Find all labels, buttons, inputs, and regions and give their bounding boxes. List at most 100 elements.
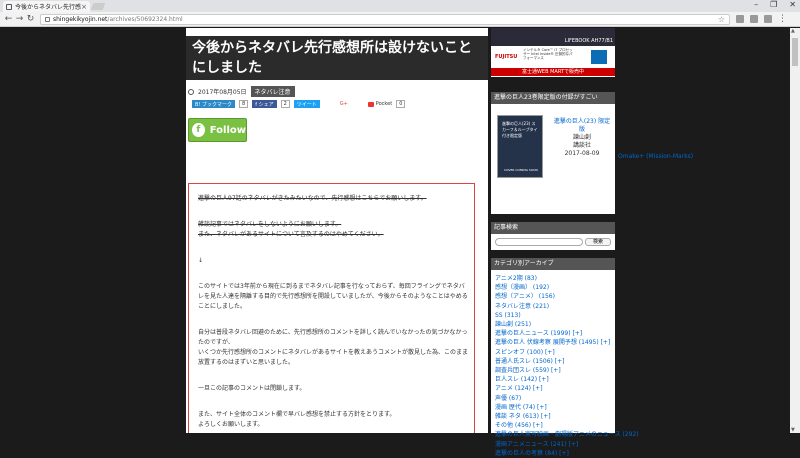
tab-title: 今後からネタバレ先行感想 bbox=[15, 4, 82, 11]
article-paragraph: いくつか先行感想所のコメントにネタバレがあるサイトを教えあうコメントが散見した為… bbox=[198, 349, 469, 366]
page-content: 今後からネタバレ先行感想所は設けないことにしました 2017年08月05日 ネタ… bbox=[0, 28, 800, 457]
forward-arrow-icon[interactable]: → bbox=[14, 14, 25, 24]
category-link[interactable]: 進撃の巨人ニュース (1999) [+] bbox=[495, 329, 615, 338]
category-link[interactable]: ネタバレ注意 (221) bbox=[495, 302, 615, 311]
page-favicon-icon bbox=[6, 3, 12, 10]
category-link[interactable]: 声優 (67) bbox=[495, 394, 615, 403]
category-link[interactable]: 雑談 ネタ (613) [+] bbox=[495, 412, 615, 421]
category-section: アニメ2期 (83) 感想（漫画） (192) 感想（アニメ） (156) ネタバレ注… bbox=[491, 270, 639, 457]
category-link[interactable]: 進撃の巨人 伏線考察 展開予想 (1495) [+] bbox=[495, 338, 615, 347]
intel-logo-icon bbox=[591, 50, 607, 64]
url-path: /archives/50692324.html bbox=[107, 15, 183, 23]
article-line: また、ネタバレがあるサイトについて言及するのはやめてください。 bbox=[198, 231, 384, 238]
clock-icon bbox=[188, 88, 194, 95]
scrollbar-thumb[interactable] bbox=[792, 38, 798, 66]
site-search: 検索 bbox=[495, 238, 611, 246]
ad-spec: インテル® Core™ i7 プロセッサー Intel Inside® 圧倒的な… bbox=[523, 48, 573, 60]
pocket-icon bbox=[367, 101, 374, 107]
category-link[interactable]: 進撃の巨人の考察 (84) [+] bbox=[495, 449, 615, 458]
category-link[interactable]: 漫画アニメニュース (241) [+] bbox=[495, 440, 615, 449]
cover-coming-soon: COVER COMING SOON bbox=[504, 168, 538, 172]
article-body: 進撃の巨人97話のネタバレがきたみたいなので、先行感想はこちらでお願いします。 … bbox=[188, 183, 475, 433]
book-cover[interactable]: 進撃の巨人(23) スカーフ＆ループタイ付き限定版 COVER COMING S… bbox=[497, 115, 543, 178]
category-link[interactable]: 漫画 歴代 (74) [+] bbox=[495, 403, 615, 412]
facebook-share-button[interactable]: f シェア bbox=[252, 100, 277, 108]
extension-icon[interactable] bbox=[736, 15, 744, 23]
bookmark-star-icon[interactable]: ☆ bbox=[718, 15, 725, 24]
category-link[interactable]: 普通人氏スレ (1506) [+] bbox=[495, 357, 615, 366]
category-link[interactable]: アニメ (124) [+] bbox=[495, 384, 615, 393]
article-paragraph: よろしくお願いします。 bbox=[198, 421, 264, 428]
reload-icon[interactable]: ↻ bbox=[25, 14, 36, 24]
article-paragraph: 自分は普段ネタバレ回避のために、先行感想所のコメントを詳しく読んでいなかったの気… bbox=[198, 329, 468, 346]
search-button[interactable]: 検索 bbox=[585, 238, 611, 246]
article-title: 今後からネタバレ先行感想所は設けないことにしました bbox=[186, 36, 488, 80]
sidebar-ad[interactable]: LIFEBOOK AH77/B1 FUJITSU インテル® Core™ i7 … bbox=[491, 28, 615, 77]
article-paragraph: 一旦この記事のコメントは閉鎖します。 bbox=[198, 385, 306, 392]
article-paragraph: また、サイト全体のコメント欄で早バレ感想を禁止する方針をとります。 bbox=[198, 411, 396, 418]
share-buttons: B! ブックマーク 8 f シェア 2 ツイート G+ Pocket 0 bbox=[192, 100, 406, 108]
hatena-bookmark-button[interactable]: B! ブックマーク bbox=[192, 100, 236, 108]
category-link[interactable]: 諫山創 (251) bbox=[495, 320, 615, 329]
article-line: 雑談記事ではネタバレをしないようにお願いします。 bbox=[198, 221, 342, 228]
new-tab-button[interactable] bbox=[90, 3, 106, 10]
article-paragraph: このサイトでは3年前から現在に到るまでネタバレ記事を行なっておらず、毎回フライン… bbox=[198, 283, 468, 310]
pocket-count: 0 bbox=[396, 100, 406, 108]
ad-cta: 富士通WEB MARTで販売中 bbox=[491, 68, 615, 76]
article-line: ↓ bbox=[198, 257, 204, 264]
category-tag[interactable]: ネタバレ注意 bbox=[250, 86, 295, 97]
address-bar[interactable]: shingekikyojin.net /archives/50692324.ht… bbox=[40, 13, 730, 25]
pocket-label: Pocket bbox=[375, 101, 393, 107]
browser-tab[interactable]: 今後からネタバレ先行感想 × bbox=[3, 1, 90, 12]
ad-model: LIFEBOOK AH77/B1 bbox=[564, 38, 613, 44]
category-link[interactable]: 巨人スレ (142) [+] bbox=[495, 375, 615, 384]
book-author: 諫山創 bbox=[572, 134, 591, 141]
category-link[interactable]: アニメ2期 (83) bbox=[495, 274, 615, 283]
hatena-count: 8 bbox=[239, 100, 249, 108]
extension-icon[interactable] bbox=[750, 15, 758, 23]
pocket-button[interactable]: Pocket bbox=[367, 101, 393, 107]
browser-toolbar: ← → ↻ shingekikyojin.net /archives/50692… bbox=[0, 12, 800, 27]
scroll-down-icon[interactable]: ▼ bbox=[791, 427, 795, 433]
category-link[interactable]: 感想（漫画） (192) bbox=[495, 283, 615, 292]
scroll-up-icon[interactable]: ▲ bbox=[791, 28, 795, 34]
book-cover-text: 進撃の巨人(23) スカーフ＆ループタイ付き限定版 bbox=[502, 121, 538, 138]
article-line: 進撃の巨人97話のネタバレがきたみたいなので、先行感想はこちらでお願いします。 bbox=[198, 195, 427, 202]
browser-menu-icon[interactable]: ⋮ bbox=[778, 14, 787, 24]
search-input[interactable] bbox=[495, 238, 583, 246]
category-section-header: カテゴリ別アーカイブ bbox=[491, 258, 615, 270]
category-list: アニメ2期 (83) 感想（漫画） (192) 感想（アニメ） (156) ネタバレ注… bbox=[491, 270, 639, 458]
category-link[interactable]: スピンオフ (100) [+] bbox=[495, 348, 615, 357]
book-section-header: 進撃の巨人23巻限定版の付録がすごい bbox=[491, 92, 615, 104]
category-link[interactable]: SS (313) bbox=[495, 311, 615, 320]
extension-icon[interactable] bbox=[764, 15, 772, 23]
close-tab-icon[interactable]: × bbox=[81, 3, 87, 11]
back-arrow-icon[interactable]: ← bbox=[3, 14, 14, 24]
fujitsu-logo: FUJITSU bbox=[495, 54, 518, 60]
close-window-icon[interactable]: ✕ bbox=[789, 0, 796, 9]
minimize-icon[interactable]: – bbox=[754, 0, 758, 9]
external-link[interactable]: Omake+ (Mission-Marks) bbox=[618, 153, 693, 160]
url-host: shingekikyojin.net bbox=[53, 15, 108, 23]
extension-icons bbox=[736, 15, 772, 23]
category-link[interactable]: その他 (456) [+] bbox=[495, 421, 615, 430]
book-info: 進撃の巨人(23) 限定版 諫山創 講談社 2017-08-09 bbox=[551, 118, 613, 158]
category-link[interactable]: 感想（アニメ） (156) bbox=[495, 292, 615, 301]
article-date: 2017年08月05日 bbox=[198, 89, 247, 96]
category-link[interactable]: 調査兵団スレ (559) [+] bbox=[495, 366, 615, 375]
article-meta: 2017年08月05日 ネタバレ注意 bbox=[188, 86, 295, 97]
category-link[interactable]: 進撃の巨人実写映画・劇場版アニメのニュース (292) bbox=[495, 430, 639, 439]
scrollbar[interactable]: ▲ ▼ bbox=[790, 28, 800, 433]
follow-button[interactable]: f Follow bbox=[188, 118, 247, 142]
book-title-link[interactable]: 進撃の巨人(23) 限定版 bbox=[551, 118, 613, 134]
book-date: 2017-08-09 bbox=[564, 150, 600, 157]
feedly-icon: f bbox=[192, 123, 205, 137]
google-plus-button[interactable]: G+ bbox=[324, 101, 364, 107]
main-column: 今後からネタバレ先行感想所は設けないことにしました 2017年08月05日 ネタ… bbox=[186, 28, 488, 433]
search-section: 検索 bbox=[491, 234, 615, 250]
maximize-icon[interactable]: ❐ bbox=[770, 0, 777, 9]
page-info-icon[interactable] bbox=[45, 16, 50, 22]
tab-bar: 今後からネタバレ先行感想 × – ❐ ✕ bbox=[0, 0, 800, 12]
book-section: 進撃の巨人(23) スカーフ＆ループタイ付き限定版 COVER COMING S… bbox=[491, 104, 615, 214]
tweet-button[interactable]: ツイート bbox=[293, 100, 320, 108]
